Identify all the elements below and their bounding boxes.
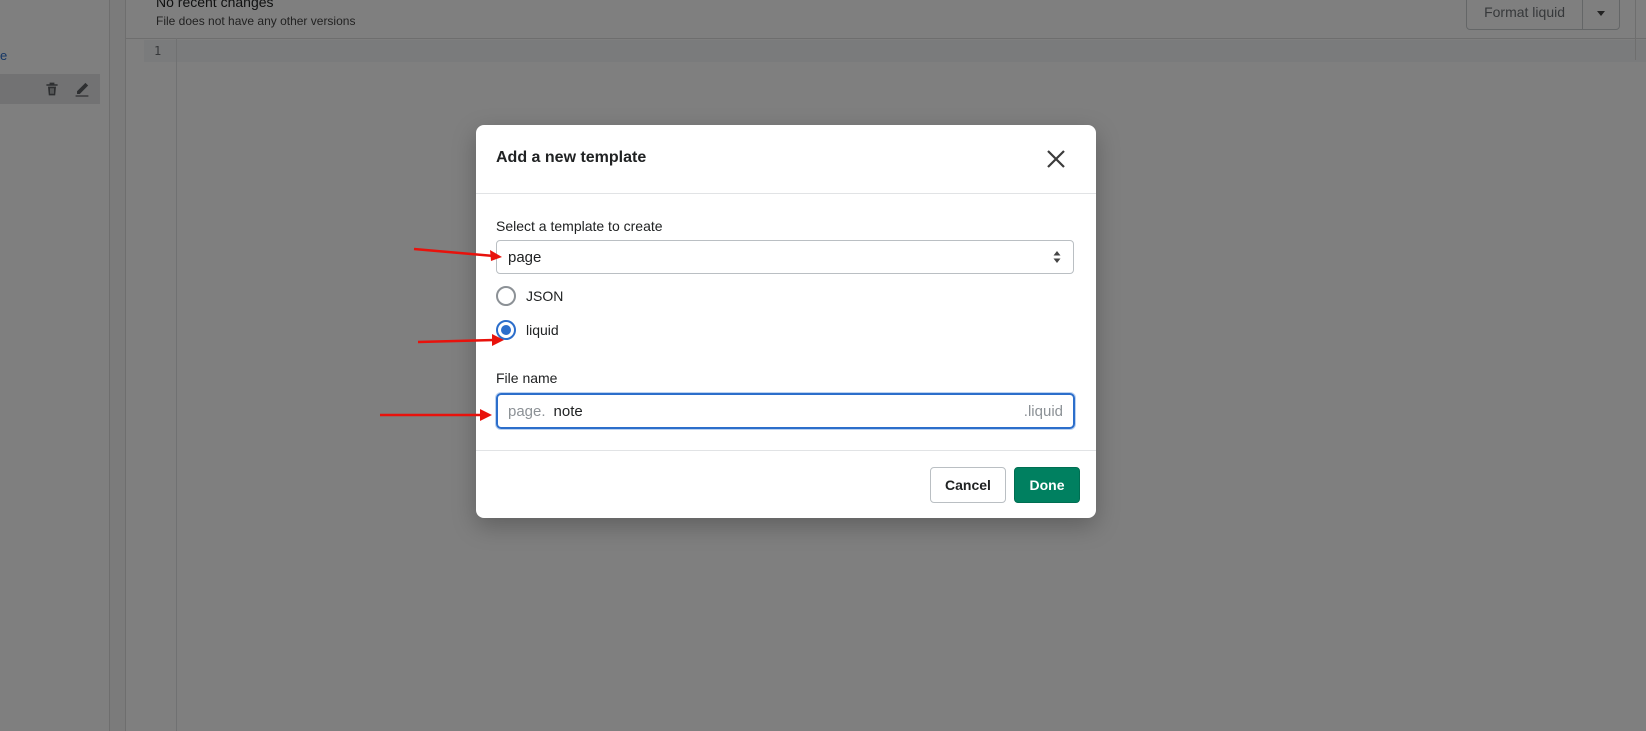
radio-option-json[interactable]: JSON (496, 286, 563, 306)
cancel-button[interactable]: Cancel (930, 467, 1006, 503)
template-select-value: page (508, 248, 542, 266)
select-caret-icon (1053, 250, 1061, 264)
file-name-suffix: .liquid (1023, 402, 1063, 420)
close-button[interactable] (1040, 143, 1072, 175)
dialog-header: Add a new template (476, 125, 1096, 194)
dialog-footer: Cancel Done (476, 451, 1096, 519)
file-name-prefix: page. (508, 402, 546, 420)
template-select-label: Select a template to create (496, 218, 663, 234)
annotation-arrow-filename (380, 409, 492, 421)
annotation-arrow-radio (417, 334, 504, 346)
file-name-label: File name (496, 370, 558, 386)
annotation-arrow-select (413, 247, 502, 261)
file-name-input[interactable]: page. note .liquid (496, 393, 1075, 429)
template-select[interactable]: page (496, 240, 1074, 274)
close-icon (1047, 150, 1065, 168)
radio-button-json[interactable] (496, 286, 516, 306)
file-name-value[interactable]: note (554, 403, 1024, 420)
radio-label-liquid: liquid (526, 322, 559, 338)
dialog-body: Select a template to create page JSON li… (476, 194, 1096, 451)
add-template-dialog: Add a new template Select a template to … (476, 125, 1096, 518)
dialog-title: Add a new template (496, 149, 647, 166)
radio-label-json: JSON (526, 288, 564, 304)
done-button[interactable]: Done (1014, 467, 1080, 503)
